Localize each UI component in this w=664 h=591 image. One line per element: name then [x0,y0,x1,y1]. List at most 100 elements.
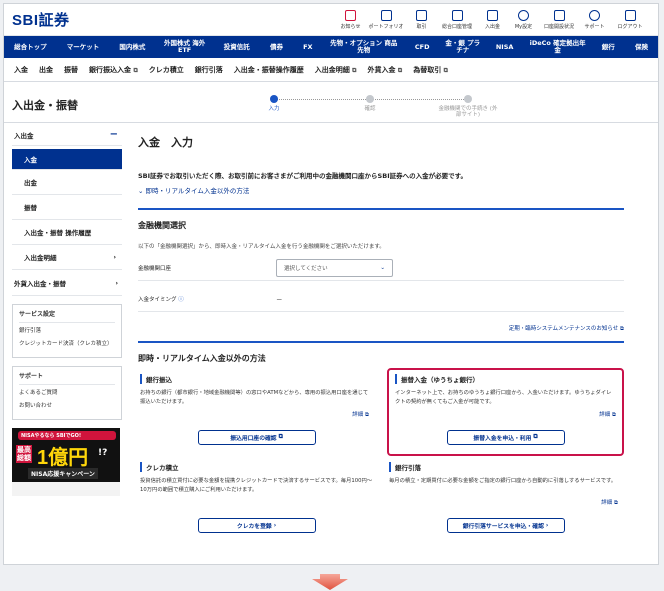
nav-item[interactable]: 外国株式 海外ETF [156,40,214,54]
collapse-icon[interactable]: − [110,129,118,140]
step-dot [366,95,374,103]
detail-link[interactable]: 詳細 ⧉ [599,410,616,419]
nav-item[interactable]: 金・銀 プラチナ [440,40,486,54]
section-title: 金融機関選択 [138,221,186,230]
intro-text: SBI証券でお取引いただく際、お取引前にお客さまがご利用中の金融機関口座からSB… [138,172,467,180]
detail-link[interactable]: 詳細 ⧉ [601,498,618,507]
account-icon[interactable]: 総合口座管理 [437,9,477,30]
logo[interactable]: SBI証券 [12,9,70,30]
nav-item[interactable]: 債券 [260,43,293,51]
maintenance-link[interactable]: 定期・臨時システムメンテナンスのお知らせ ⧉ [138,324,624,333]
nav-item[interactable]: 総合トップ [4,43,57,51]
nav-item[interactable]: 保険 [625,43,658,51]
nav-item[interactable]: 銀行 [592,43,625,51]
section-note: 以下の「金融機関選択」から、即時入金・リアルタイム入金を行う金融機関をご選択いた… [138,244,385,250]
detail-link[interactable]: 詳細 ⧉ [352,410,369,419]
banner-question: !? [98,448,108,458]
faq-link[interactable]: よくあるご質問 [19,389,115,397]
banner-bottom-text: NISA応援キャンペーン [28,468,98,479]
title-row: 入出金・振替 入力 確認 金融機関での手続き (外部サイト) [4,89,658,123]
card-title: 銀行振込 [140,374,373,384]
subnav-item[interactable]: 為替取引 ⧉ [413,65,448,75]
card-bank-debit: 銀行引落 毎月の積立・定期買付に必要な金額をご指定の銀行口座から自動的に引落しす… [387,458,624,546]
page-frame: SBI証券 お知らせ ポートフォリオ 取引 総合口座管理 入出金 My設定 口座… [3,3,659,565]
logout-icon[interactable]: ログアウト [610,9,650,30]
other-methods-link[interactable]: ⌄ 即時・リアルタイム入金以外の方法 [138,185,624,195]
method-cards: 銀行振込 お持ちの銀行（都市銀行・地域金融機関等）の窓口やATMなどから、専用の… [138,368,624,546]
sidebar-item-statement[interactable]: 入出金明細 › [12,245,122,270]
nav-item[interactable]: CFD [405,43,440,51]
subnav-item[interactable]: 入出金・振替操作履歴 [234,65,304,75]
card-credit-card: クレカ積立 投資信託の積立買付に必要な金額を提携クレジットカードで決済するサービ… [138,458,375,546]
subnav-item[interactable]: 振替 [64,65,78,75]
step-label: 金融機関での手続き (外部サイト) [438,106,498,118]
portfolio-icon[interactable]: ポートフォリオ [366,9,406,30]
bell-icon[interactable]: お知らせ [335,9,366,30]
bank-debit-button[interactable]: 銀行引落サービスを申込・確認 › [446,518,565,533]
nav-item[interactable]: 先物・オプション 商品先物 [323,40,405,54]
step-dot-active [270,95,278,103]
trade-icon[interactable]: 取引 [406,9,437,30]
sidebar: 入出金 − 入金 出金 振替 入出金・振替 操作履歴 入出金明細 › 外貨入出金・振… [12,124,122,496]
yucho-apply-button[interactable]: 振替入金を申込・利用 ⧉ [446,430,565,445]
sidebar-item-deposit[interactable]: 入金 [12,149,122,170]
progress-steps: 入力 確認 金融機関での手続き (外部サイト) [268,95,497,121]
field-label: 入金タイミング ⓘ [138,296,184,303]
support-icon[interactable]: サポート [579,9,610,30]
deposit-icon[interactable]: 入出金 [477,9,508,30]
bank-account-select[interactable]: 選択してください ⌄ [276,258,393,277]
step-label: 入力 [268,106,280,112]
sidebar-item-history[interactable]: 入出金・振替 操作履歴 [12,220,122,245]
subnav-item[interactable]: 銀行振込入金 ⧉ [89,65,138,75]
header: SBI証券 お知らせ ポートフォリオ 取引 総合口座管理 入出金 My設定 口座… [4,4,658,36]
service-link[interactable]: 銀行引落 [19,327,115,335]
nav-item[interactable]: iDeCo 確定拠出年金 [524,40,592,54]
bank-account-row: 金融機関口座 選択してください ⌄ [138,255,624,281]
card-desc: 毎月の積立・定期買付に必要な金額をご指定の銀行口座から自動的に引落しするサービス… [389,478,617,484]
step-dot [464,95,472,103]
field-label: 金融機関口座 [138,265,172,272]
main-content: 入金 入力 SBI証券でお取引いただく際、お取引前にお客さまがご利用中の金融機関… [138,124,624,546]
card-title: クレカ積立 [140,462,373,472]
content-title: 入金 入力 [138,136,193,149]
subnav-item[interactable]: 入出金明細 ⧉ [315,65,357,75]
deposit-timing-value: － [276,295,283,304]
card-yucho-transfer: 振替入金（ゆうちょ銀行） インターネット上で、お持ちのゆうちょ銀行口座から、入金… [387,368,624,456]
nav-item[interactable]: NISA [486,43,524,51]
card-bank-transfer: 銀行振込 お持ちの銀行（都市銀行・地域金融機関等）の窓口やATMなどから、専用の… [138,370,375,458]
bank-select-section: 金融機関選択 以下の「金融機関選択」から、即時入金・リアルタイム入金を行う金融機… [138,208,624,333]
nav-item[interactable]: FX [293,43,323,51]
chevron-right-icon: › [113,253,116,261]
chevron-down-icon: ⌄ [138,187,146,195]
nav-item[interactable]: マーケット [57,43,110,51]
sidebar-group-foreign[interactable]: 外貨入出金・振替 › [12,270,122,296]
user-settings-icon[interactable]: My設定 [508,9,539,30]
register-card-button[interactable]: クレカを登録 › [197,518,316,533]
sub-nav: 入金 出金 振替 銀行振込入金 ⧉ クレカ積立 銀行引落 入出金・振替操作履歴 … [4,58,658,82]
nav-item[interactable]: 投資信託 [214,43,260,51]
subnav-item[interactable]: クレカ積立 [149,65,184,75]
document-icon[interactable]: 口座開設状況 [539,9,579,30]
card-desc: 投資信託の積立買付に必要な金額を提携クレジットカードで決済するサービスです。毎月… [140,478,373,493]
subnav-item[interactable]: 入金 [14,65,28,75]
banner-bar [12,482,120,496]
subnav-item[interactable]: 出金 [39,65,53,75]
other-methods-section: 即時・リアルタイム入金以外の方法 銀行振込 お持ちの銀行（都市銀行・地域金融機関… [138,341,624,546]
sidebar-item-withdrawal[interactable]: 出金 [12,170,122,195]
external-link-icon: ⧉ [397,66,403,74]
nisa-banner[interactable]: NISAやるなら SBIでGO! 最高総額 1億円 !? NISA応援キャンペー… [12,428,120,496]
page-title: 入出金・振替 [12,99,78,112]
subnav-item[interactable]: 外貨入金 ⧉ [367,65,402,75]
nav-item[interactable]: 国内株式 [109,43,155,51]
deposit-timing-row: 入金タイミング ⓘ － [138,286,624,312]
chevron-down-icon: ⌄ [380,264,385,271]
banner-top-text: NISAやるなら SBIでGO! [18,431,116,440]
contact-link[interactable]: お問い合わせ [19,402,115,410]
sidebar-group-deposit[interactable]: 入出金 − [12,124,122,146]
service-link[interactable]: クレジットカード決済（クレカ積立） [19,340,115,348]
help-icon[interactable]: ⓘ [178,297,184,303]
card-title: 振替入金（ゆうちょ銀行） [395,374,616,384]
sidebar-item-transfer[interactable]: 振替 [12,195,122,220]
check-account-button[interactable]: 振込用口座の確認 ⧉ [197,430,316,445]
subnav-item[interactable]: 銀行引落 [195,65,223,75]
